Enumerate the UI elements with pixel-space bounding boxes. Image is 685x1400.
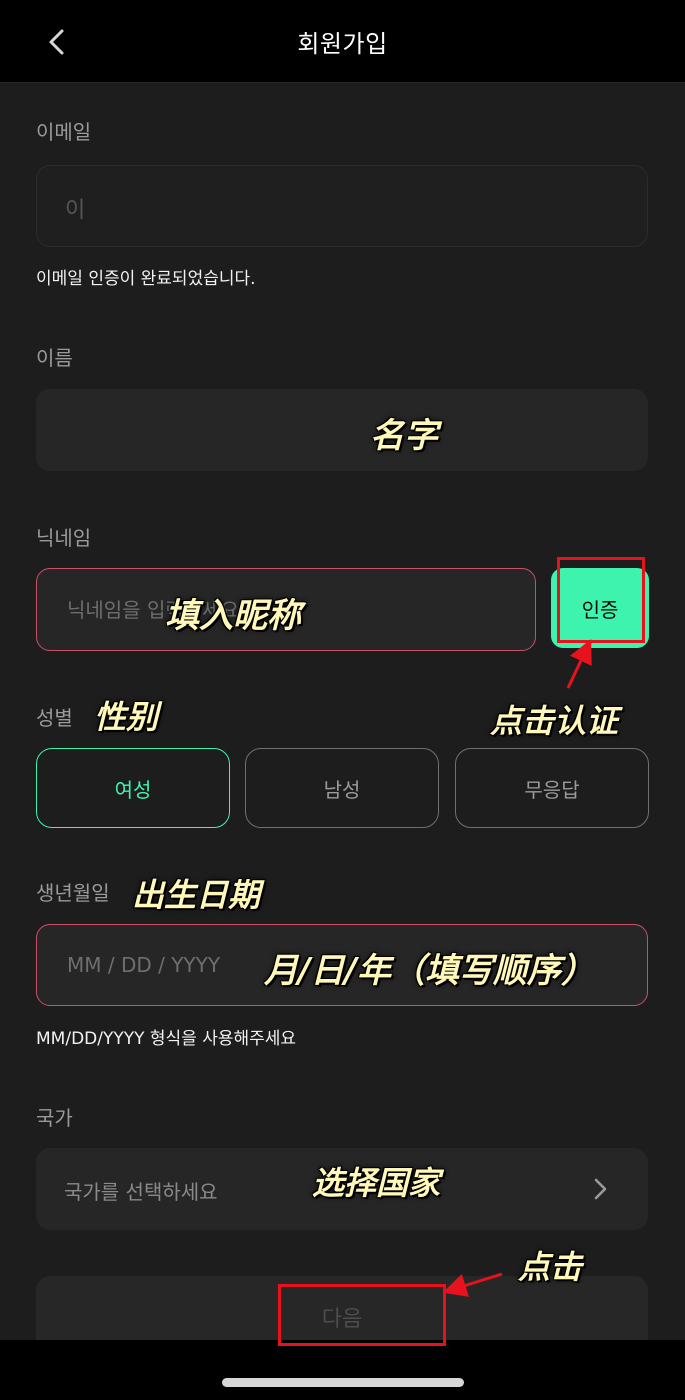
signup-screen: 회원가입 이메일 이 이메일 인증이 완료되었습니다. 이름 닉네임 인증 성별… bbox=[0, 0, 685, 1400]
arrow-to-verify bbox=[566, 639, 592, 689]
annotation-arrows bbox=[442, 639, 592, 1297]
arrow-to-next bbox=[442, 1272, 503, 1297]
